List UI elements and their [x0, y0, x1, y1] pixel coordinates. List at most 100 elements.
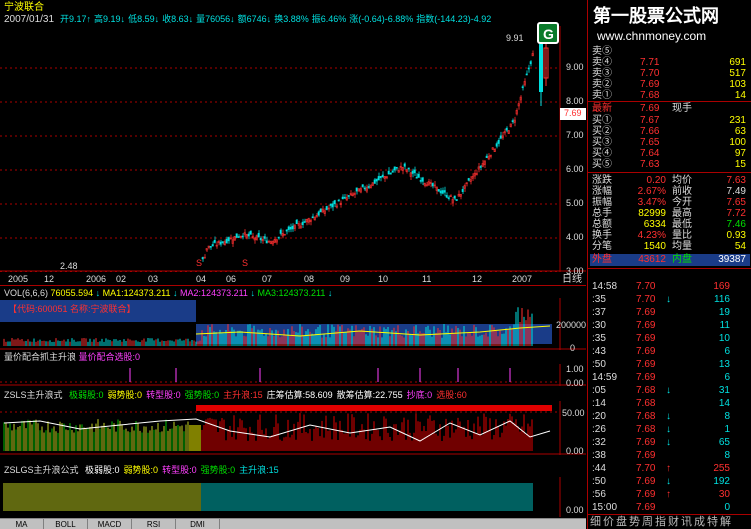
low-marker: 2.48 — [60, 261, 78, 271]
panel3-item: 强势股:0 — [184, 390, 220, 400]
buy-row: 买③ 7.65 100 — [590, 137, 750, 148]
right-tab-bar: 细价盘势周指财讯成特解 — [588, 514, 751, 529]
candle-body — [441, 190, 444, 194]
tick-volume: 8 — [724, 450, 730, 461]
price-axis-label: 6.00 — [566, 164, 584, 174]
candle-body — [263, 236, 266, 239]
stat-row: 分笔 1540 均量 54 — [590, 241, 750, 252]
tick-time: :32 — [592, 437, 606, 448]
candle-body — [393, 166, 396, 171]
panel2-chart[interactable] — [0, 364, 586, 386]
candle-body — [225, 238, 228, 244]
volume-value: 76055.594 — [50, 288, 94, 298]
chart-area[interactable]: 宁波联合 2007/01/31 开9.17↑ 高9.19↓ 低8.59↓ 收8.63↓… — [0, 0, 586, 529]
tick-time: :50 — [592, 359, 606, 370]
candle-body — [247, 233, 250, 237]
tick-volume: 65 — [718, 437, 730, 448]
volume-axis-bottom: 0 — [570, 343, 576, 353]
tick-row: :43 7.69 6 — [590, 345, 750, 358]
tick-volume: 14 — [718, 398, 730, 409]
candle-body — [317, 211, 320, 216]
ohlc-readout: 开9.17↑ 高9.19↓ 低8.59↓ 收8.63↓ 量76056↓ 额6746↓ 换3.… — [60, 14, 494, 25]
tick-price: 7.68 — [636, 424, 656, 435]
tick-time: :50 — [592, 476, 606, 487]
candle-body — [201, 257, 204, 260]
tick-price: 7.68 — [636, 385, 656, 396]
stat-label: 涨跌 — [592, 175, 612, 186]
ohlc-item: 开9.17↑ — [60, 14, 92, 24]
date-axis-label: 06 — [226, 274, 237, 284]
quote-volume: 103 — [729, 79, 746, 90]
tick-arrow: ↓ — [666, 437, 671, 448]
tick-row: 14:59 7.69 6 — [590, 371, 750, 384]
stat-label: 分笔 — [592, 241, 612, 252]
candle-body — [421, 177, 424, 182]
ohlc-item: 收8.63↓ — [162, 14, 194, 24]
tick-time: 15:00 — [592, 502, 618, 513]
price-axis-label: 8.00 — [566, 96, 584, 106]
buy-row: 买① 7.67 231 — [590, 115, 750, 126]
indicator-tab[interactable]: RSI — [132, 519, 176, 529]
quote-price: 7.68 — [640, 90, 660, 101]
candle-body — [511, 120, 514, 123]
indicator-tab[interactable]: MACD — [88, 519, 132, 529]
ohlc-item: 额6746↓ — [237, 14, 272, 24]
right-tab-labels[interactable]: 细价盘势周指财讯成特解 — [590, 517, 733, 528]
candlestick-chart[interactable]: SS — [0, 26, 586, 272]
tick-arrow: ↓ — [666, 476, 671, 487]
candle-body — [331, 203, 334, 208]
panel4-chart[interactable] — [0, 477, 586, 517]
date-axis-label: 2007 — [512, 274, 533, 284]
buy-row: 买⑤ 7.63 15 — [590, 159, 750, 170]
quote-panel: 卖⑤ 卖④ 7.71 691 卖③ 7.70 517 卖② 7.69 103 卖① 7.68 14 最新 7… — [587, 0, 751, 529]
candle-body — [329, 203, 332, 206]
date-axis-label: 03 — [148, 274, 159, 284]
candle-body — [413, 169, 416, 174]
candle-body — [295, 219, 298, 225]
volume-axis-top: 200000 — [556, 320, 586, 330]
indicator-tab[interactable]: BOLL — [44, 519, 88, 529]
date-label: 2007/01/31 — [4, 14, 55, 25]
candle-body — [277, 236, 280, 239]
panel3-item: 散筹估算:22.755 — [336, 390, 403, 400]
tick-price: 7.69 — [636, 346, 656, 357]
date-axis-label: 11 — [422, 274, 432, 284]
inner-label: 内盘 — [672, 254, 692, 265]
panel3-item: 庄筹估算:58.609 — [266, 390, 333, 400]
quote-price: 7.70 — [640, 68, 660, 79]
ohlc-item: 高9.19↓ — [94, 14, 126, 24]
candle-body — [411, 170, 414, 174]
tick-volume: 6 — [724, 346, 730, 357]
stat-value: 7.72 — [726, 208, 746, 219]
indicator-tab[interactable]: DMI — [176, 519, 220, 529]
panel3-chart[interactable] — [0, 401, 586, 455]
tick-price: 7.69 — [636, 502, 656, 513]
stat-label: 均量 — [672, 241, 692, 252]
tick-row: :26 7.68 ↓ 1 — [590, 423, 750, 436]
stat-label: 振幅 — [592, 197, 612, 208]
tick-arrow: ↓ — [666, 411, 671, 422]
candle-body — [319, 208, 322, 213]
tick-price: 7.69 — [636, 333, 656, 344]
stat-value: 7.46 — [726, 219, 746, 230]
quote-volume: 100 — [729, 137, 746, 148]
price-axis-label: 9.00 — [566, 62, 584, 72]
candle-body — [219, 241, 222, 245]
candle-body — [447, 197, 450, 199]
tick-price: 7.69 — [636, 320, 656, 331]
stat-row: 涨幅 2.67% 前收 7.49 — [590, 186, 750, 197]
panel3-strip — [196, 405, 552, 411]
tick-time: :56 — [592, 489, 606, 500]
indicator-tab[interactable]: MA — [0, 519, 44, 529]
panel2-title: 量价配合抓主升浪 — [4, 352, 77, 362]
tick-row: 15:00 7.69 0 — [590, 501, 750, 514]
date-axis-label: 08 — [304, 274, 315, 284]
quote-label: 卖① — [592, 90, 612, 101]
tick-price: 7.68 — [636, 398, 656, 409]
candle-body — [389, 172, 392, 175]
date-axis-label: 2006 — [86, 274, 107, 284]
stat-label: 总额 — [592, 219, 612, 230]
tick-row: 14:58 7.70 169 — [590, 280, 750, 293]
panel3-item: 选股:60 — [436, 390, 467, 400]
date-axis-label: 10 — [378, 274, 389, 284]
